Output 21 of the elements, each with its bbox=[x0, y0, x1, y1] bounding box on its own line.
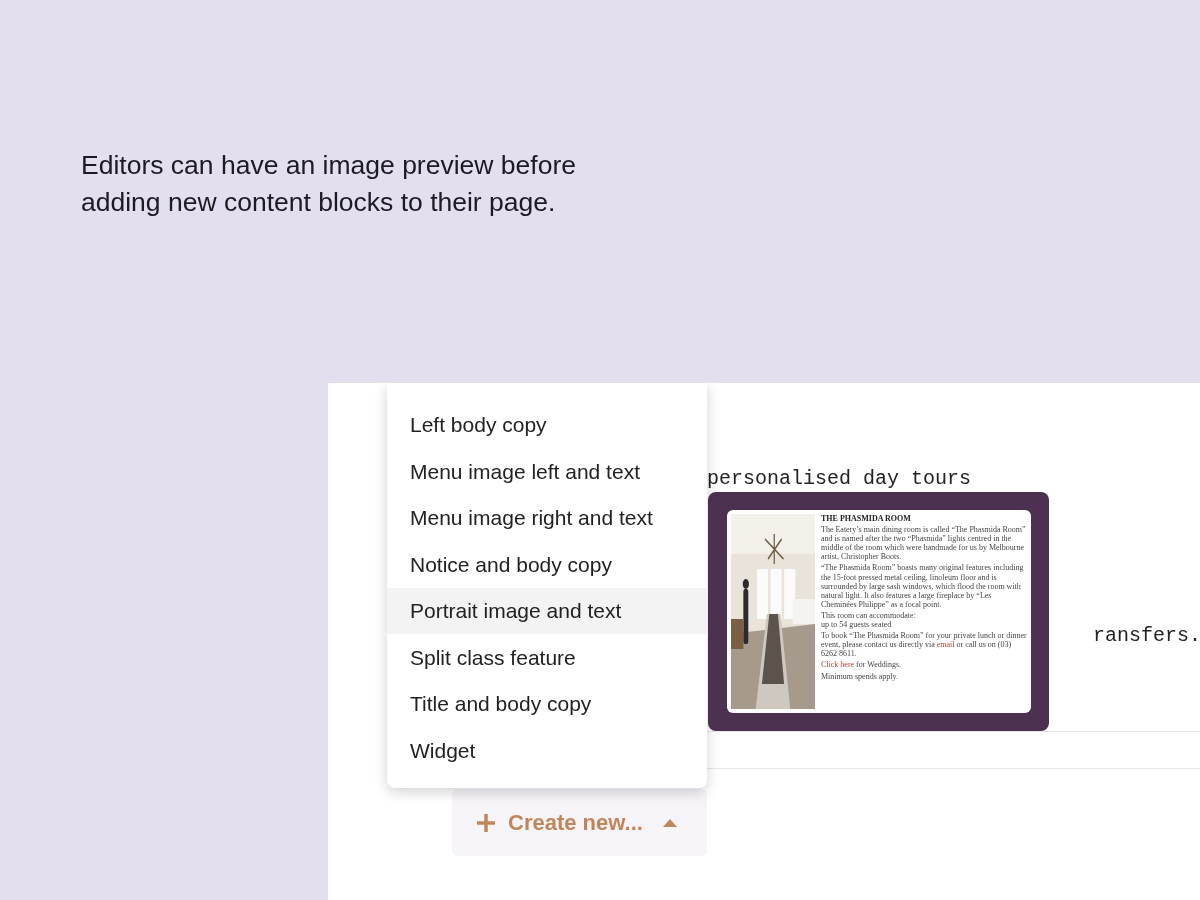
body-text: ransfers. bbox=[1093, 624, 1200, 648]
body-text: personalised day tours bbox=[707, 467, 972, 491]
menu-item[interactable]: Notice and body copy bbox=[387, 541, 707, 588]
menu-item[interactable]: Widget bbox=[387, 727, 707, 774]
plus-icon bbox=[476, 812, 496, 833]
preview-link[interactable]: Click here bbox=[821, 660, 855, 670]
headline: Editors can have an image preview before adding new content blocks to their page. bbox=[81, 149, 577, 219]
preview-title: THE PHASMIDA ROOM bbox=[821, 514, 912, 524]
preview-paragraph: Minimum spends apply. bbox=[821, 671, 900, 681]
menu-item[interactable]: Menu image left and text bbox=[387, 448, 707, 495]
preview-paragraph: Click here for Weddings. bbox=[821, 660, 903, 670]
preview-link[interactable]: email bbox=[936, 640, 955, 650]
menu-item[interactable]: Menu image right and text bbox=[387, 494, 707, 542]
preview-paragraph: To book “The Phasmida Room” for your private lunch or dinner event, please contact us directly via email or call us on (03) 6262 8611. bbox=[821, 631, 1027, 659]
menu-item[interactable]: Title and body copy bbox=[387, 680, 707, 728]
menu-item[interactable]: Left body copy bbox=[387, 401, 707, 449]
preview-paragraph: “The Phasmida Room” boasts many original features including the 15-foot pressed metal ceiling, linoleum floor and is surrounded by large sash windows, which flood the room with natural light. It also features a large fireplace by “Les Cheminées Philippe” as a focal point. bbox=[821, 563, 1025, 609]
menu-item[interactable]: Split class feature bbox=[387, 634, 707, 681]
preview-paragraph: This room can accommodate: up to 54 guests seated bbox=[821, 610, 917, 630]
menu-item[interactable]: Portrait image and text bbox=[387, 587, 707, 635]
preview-paragraph: The Eatery’s main dining room is called “The Phasmida Room” and is named after the two “Phasmida” lights centred in the middle of the room which were handmade for us by Melbourne artist, Christopher Boots. bbox=[821, 525, 1027, 562]
